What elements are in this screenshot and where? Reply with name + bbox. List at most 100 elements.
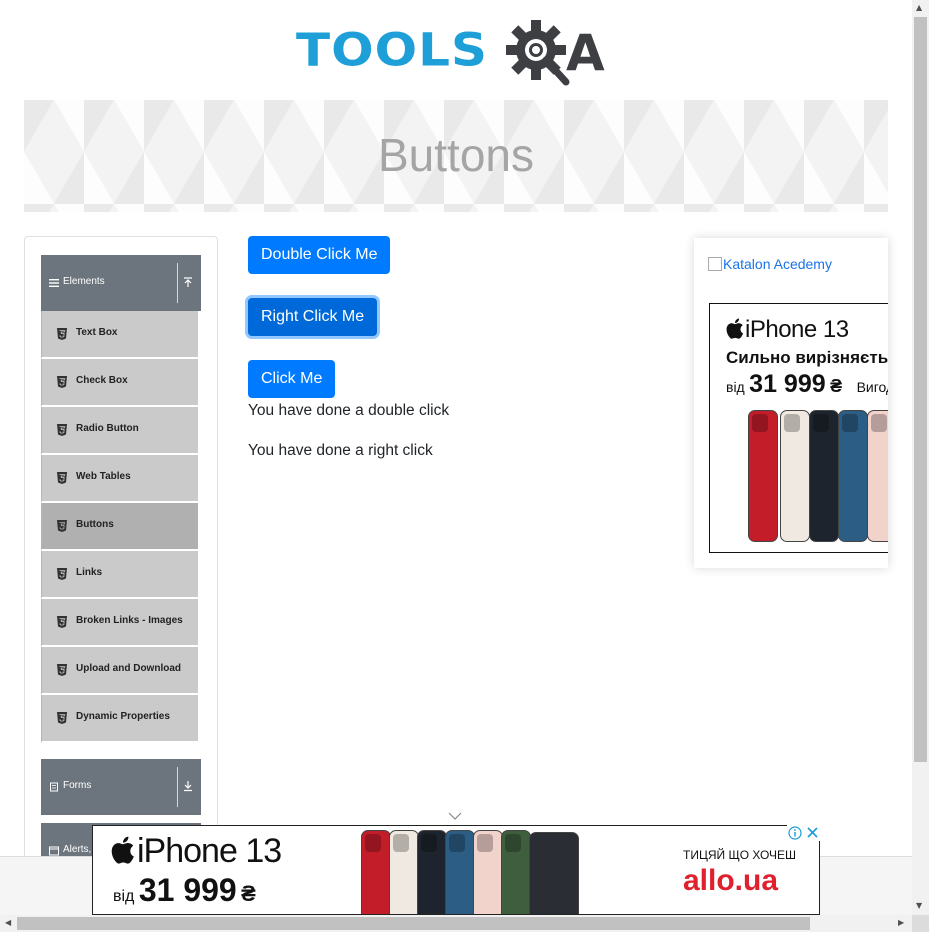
sidebar-item-text-box[interactable]: Text Box: [41, 311, 198, 359]
sidebar-item-upload-download[interactable]: Upload and Download: [41, 647, 198, 695]
scroll-left-icon[interactable]: ◀: [5, 919, 11, 927]
sidebar-item-label: Links: [76, 567, 103, 578]
sidebar-item-label: Upload and Download: [76, 663, 181, 674]
phone-image-front: [529, 832, 579, 914]
toolsqa-logo[interactable]: TOOLS A: [296, 16, 621, 90]
group-header-elements[interactable]: Elements: [41, 255, 201, 311]
list-icon: [50, 782, 58, 792]
price-value: 31 999: [138, 872, 237, 908]
gear-magnifier-icon: [506, 20, 570, 86]
katalon-ad-link[interactable]: Katalon Acedemy: [708, 256, 832, 272]
scroll-down-icon[interactable]: ▼: [916, 902, 922, 910]
bottom-iphone-ad[interactable]: iPhone 13 від 31 999 ₴ ТИЦЯЙ ЩО ХОЧЕШ al…: [92, 825, 820, 915]
horizontal-scrollbar[interactable]: ◀ ▶: [0, 915, 912, 932]
vertical-scrollbar[interactable]: ▲ ▼: [912, 0, 929, 915]
page-viewport: TOOLS A Buttons Elements Text Box Check …: [0, 0, 912, 915]
broken-image-alt: Katalon Acedemy: [723, 256, 832, 272]
horizontal-scroll-thumb[interactable]: [17, 917, 810, 930]
phone-image-blue: [445, 830, 475, 914]
sidebar-item-label: Broken Links - Images: [76, 615, 183, 626]
apple-logo-icon: [111, 836, 134, 864]
price-from: від: [113, 888, 135, 905]
phone-camera: [871, 414, 887, 432]
sidebar-item-label: Radio Button: [76, 423, 139, 434]
phone-image-white: [780, 410, 810, 542]
group-label: Forms: [63, 780, 92, 791]
ad-subtitle: Сильно вирізняється: [726, 348, 888, 367]
apple-logo-icon: [726, 318, 744, 339]
window-icon: [49, 846, 59, 856]
double-click-button[interactable]: Double Click Me: [248, 236, 391, 274]
broken-image-icon: [708, 257, 722, 271]
html5-icon: [57, 520, 67, 532]
sidebar-item-web-tables[interactable]: Web Tables: [41, 455, 198, 503]
ad-slogan: ТИЦЯЙ ЩО ХОЧЕШ: [683, 848, 797, 862]
phone-image-pink: [867, 410, 888, 542]
phone-camera: [784, 414, 800, 432]
ad-choices-icon[interactable]: [787, 825, 820, 841]
phone-image-red: [748, 410, 778, 542]
sidebar-item-links[interactable]: Links: [41, 551, 198, 599]
sidebar-item-check-box[interactable]: Check Box: [41, 359, 198, 407]
html5-icon: [57, 328, 67, 340]
sidebar-item-label: Check Box: [76, 375, 128, 386]
html5-icon: [57, 664, 67, 676]
side-ad-container: Katalon Acedemy iPhone 13 Сильно вирізня…: [694, 238, 888, 568]
double-click-message: You have done a double click: [248, 402, 450, 419]
hamburger-icon: [49, 279, 59, 287]
sidebar-item-buttons[interactable]: Buttons: [41, 503, 198, 551]
price-from: від: [726, 379, 745, 395]
divider: [177, 767, 178, 807]
group-label: Elements: [63, 276, 105, 287]
phone-image-white: [389, 830, 419, 914]
ad-title: iPhone 13: [111, 832, 282, 871]
phone-camera: [505, 834, 521, 852]
phone-camera: [449, 834, 465, 852]
ad-price: від 31 999 ₴: [113, 872, 256, 909]
group-label: Alerts,: [63, 844, 92, 855]
phone-camera: [842, 414, 858, 432]
logo-text: TOOLS: [296, 24, 488, 77]
sidebar-item-radio-button[interactable]: Radio Button: [41, 407, 198, 455]
logo-text-a: A: [566, 24, 605, 82]
phone-image-midnight: [809, 410, 839, 542]
ad-title: iPhone 13: [726, 316, 849, 344]
vertical-scroll-thumb[interactable]: [914, 17, 927, 762]
right-click-message: You have done a right click: [248, 442, 433, 459]
sidebar-item-label: Text Box: [76, 327, 118, 338]
page-title: Buttons: [378, 129, 534, 181]
group-header-forms[interactable]: Forms: [41, 759, 201, 815]
price-currency: ₴: [241, 881, 256, 906]
price-extra: Вигода: [856, 379, 888, 395]
phone-camera: [365, 834, 381, 852]
arrow-down-icon[interactable]: [182, 780, 194, 792]
ad-title-text: iPhone 13: [745, 316, 849, 343]
phone-camera: [477, 834, 493, 852]
right-click-button[interactable]: Right Click Me: [248, 298, 378, 336]
phone-image-green: [501, 830, 531, 914]
sidebar-item-broken-links[interactable]: Broken Links - Images: [41, 599, 198, 647]
html5-icon: [57, 568, 67, 580]
phone-camera: [752, 414, 768, 432]
phone-image-red: [361, 830, 391, 914]
html5-icon: [57, 472, 67, 484]
scroll-up-icon[interactable]: ▲: [916, 4, 922, 12]
price-currency: ₴: [830, 376, 843, 396]
phone-image-pink: [473, 830, 503, 914]
arrow-up-icon[interactable]: [182, 276, 194, 288]
sidebar-item-dynamic-properties[interactable]: Dynamic Properties: [41, 695, 198, 743]
click-me-button[interactable]: Click Me: [248, 360, 336, 398]
chevron-down-icon[interactable]: [447, 811, 463, 821]
scroll-right-icon[interactable]: ▶: [898, 919, 904, 927]
iphone-ad-banner[interactable]: iPhone 13 Сильно вирізняється від 31 999…: [709, 303, 888, 553]
ad-price: від 31 999 ₴ Вигода: [726, 370, 888, 399]
phone-camera: [813, 414, 829, 432]
page-banner: Buttons: [24, 100, 888, 212]
ad-title-text: iPhone 13: [137, 832, 282, 870]
html5-icon: [57, 616, 67, 628]
html5-icon: [57, 424, 67, 436]
phone-image-midnight: [417, 830, 447, 914]
sidebar-item-label: Web Tables: [76, 471, 131, 482]
sidebar-item-label: Dynamic Properties: [76, 711, 170, 722]
html5-icon: [57, 712, 67, 724]
